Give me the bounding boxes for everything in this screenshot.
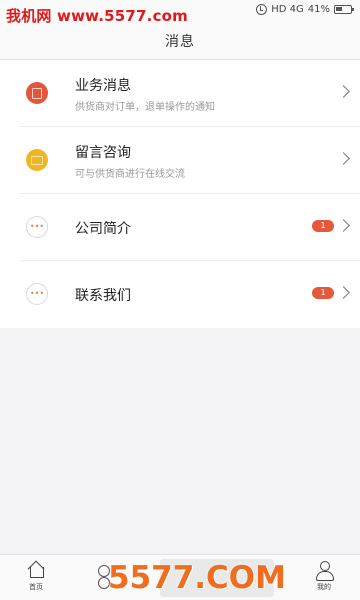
nav-home-label: 首页: [29, 583, 43, 591]
alarm-icon: [256, 4, 268, 15]
status-indicators: HD 4G 41%: [256, 4, 354, 15]
page-header: 消息: [0, 26, 360, 60]
chevron-right-icon: [337, 286, 350, 299]
battery-icon: [334, 5, 354, 14]
unread-badge: 1: [312, 220, 334, 232]
list-item-title: 业务消息: [75, 78, 131, 94]
list-item-company-profile[interactable]: 公司简介 1: [0, 194, 360, 261]
chevron-right-icon: [337, 152, 350, 165]
message-list: 业务消息 供货商对订单，退单操作的通知 留言咨询 可与供货商进行在线交流 公司简…: [0, 60, 360, 328]
user-icon: [315, 561, 334, 581]
bottom-nav: 首页 5577.COM 我的: [0, 554, 360, 600]
unread-badge: 1: [312, 287, 334, 299]
list-item-title: 公司简介: [75, 221, 131, 237]
network-indicator: HD 4G: [271, 4, 304, 15]
site-watermark: 我机网 www.5577.com: [6, 7, 189, 25]
more-icon: [26, 216, 48, 238]
brand-watermark: 5577.COM: [108, 560, 287, 596]
chevron-right-icon: [337, 219, 350, 232]
more-icon: [26, 283, 48, 305]
page-title: 消息: [165, 34, 195, 50]
chat-icon: [26, 149, 48, 171]
list-item-business-messages[interactable]: 业务消息 供货商对订单，退单操作的通知: [0, 60, 360, 127]
battery-level: 41%: [307, 4, 330, 15]
list-item-title: 联系我们: [75, 288, 131, 304]
document-icon: [26, 82, 48, 104]
list-item-subtitle: 供货商对订单，退单操作的通知: [75, 102, 215, 113]
list-item-title: 留言咨询: [75, 145, 131, 161]
list-item-contact-us[interactable]: 联系我们 1: [0, 261, 360, 328]
home-icon: [27, 561, 45, 579]
nav-home[interactable]: 首页: [16, 561, 56, 592]
nav-mine-label: 我的: [317, 583, 331, 591]
list-item-subtitle: 可与供货商进行在线交流: [75, 169, 185, 180]
nav-mine[interactable]: 我的: [304, 561, 344, 592]
chevron-right-icon: [337, 85, 350, 98]
status-bar: 我机网 www.5577.com HD 4G 41%: [0, 0, 360, 26]
list-item-message-consult[interactable]: 留言咨询 可与供货商进行在线交流: [0, 127, 360, 194]
